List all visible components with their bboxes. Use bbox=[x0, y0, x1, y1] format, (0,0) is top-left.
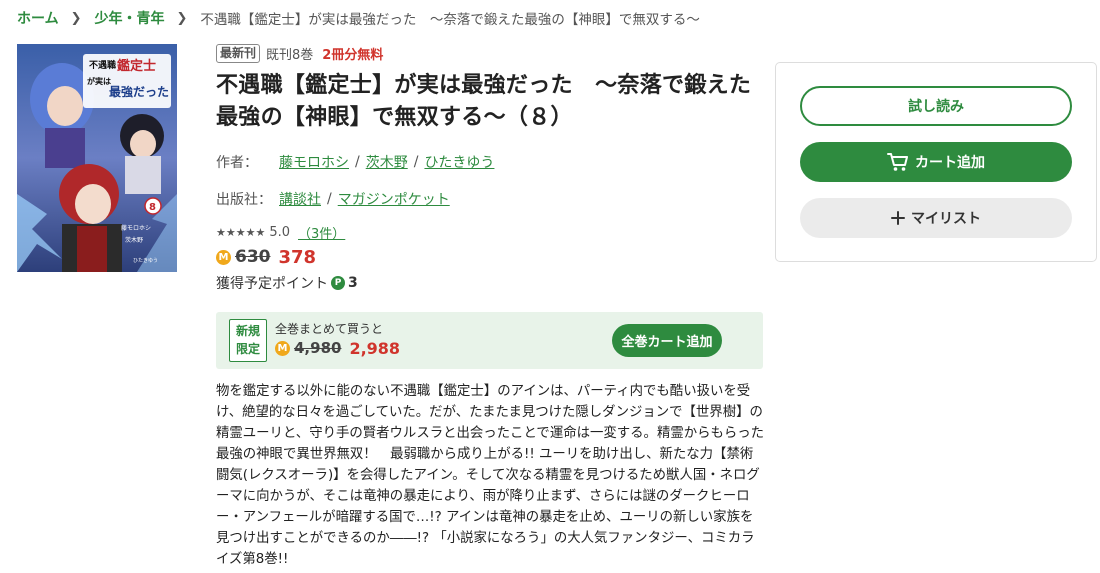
book-cover-image[interactable]: 不遇職 鑑定士 が実は 最強だった 8 藤モロホシ 茨木野 ひたきゆう bbox=[17, 44, 177, 272]
points-value: 3 bbox=[348, 275, 358, 291]
bundle-original-price: 4,980 bbox=[294, 339, 342, 357]
points-row: 獲得予定ポイント P 3 bbox=[216, 273, 764, 293]
cover-volume-number: 8 bbox=[149, 202, 156, 213]
sale-price: 378 bbox=[278, 246, 317, 268]
mylist-label: マイリスト bbox=[911, 211, 981, 227]
breadcrumb: ホーム ❯ 少年・青年 ❯ 不遇職【鑑定士】が実は最強だった ～奈落で鍛えた最強… bbox=[17, 8, 700, 29]
author-link[interactable]: 藤モロホシ bbox=[279, 152, 349, 172]
breadcrumb-home-link[interactable]: ホーム bbox=[17, 8, 59, 28]
authors-label: 作者： bbox=[216, 155, 258, 171]
rating-score: 5.0 bbox=[269, 224, 290, 240]
cover-artwork: 不遇職 鑑定士 が実は 最強だった 8 藤モロホシ 茨木野 ひたきゆう bbox=[17, 44, 177, 272]
product-badges: 最新刊 既刊8巻 2冊分無料 bbox=[216, 43, 764, 63]
bundle-description: 全巻まとめて買うと bbox=[275, 322, 384, 336]
price-row: M 630 378 bbox=[216, 245, 764, 269]
free-volumes-badge: 2冊分無料 bbox=[322, 47, 384, 63]
bundle-price-row: M 4,980 2,988 bbox=[275, 338, 400, 358]
rating-row: ★★★★★ 5.0 （3件） bbox=[216, 223, 764, 242]
chevron-right-icon: ❯ bbox=[176, 10, 188, 26]
trial-read-label: 試し読み bbox=[908, 99, 964, 115]
separator: / bbox=[355, 154, 360, 170]
cover-title-text: が実は bbox=[87, 76, 111, 86]
purchase-panel: 試し読み カート追加 マイリスト bbox=[775, 62, 1097, 262]
publisher-link[interactable]: 講談社 bbox=[279, 189, 321, 209]
trial-read-button[interactable]: 試し読み bbox=[800, 86, 1072, 126]
author-link[interactable]: 茨木野 bbox=[366, 152, 408, 172]
product-title: 不遇職【鑑定士】が実は最強だった ～奈落で鍛えた最強の【神眼】で無双する～（８） bbox=[216, 73, 752, 130]
product-description: 物を鑑定する以外に能のない不遇職【鑑定士】のアインは、パーティ内でも酷い扱いを受… bbox=[216, 384, 765, 567]
add-to-cart-button[interactable]: カート追加 bbox=[800, 142, 1072, 182]
chevron-right-icon: ❯ bbox=[70, 10, 82, 26]
star-rating-icon: ★★★★★ bbox=[216, 225, 266, 239]
cart-icon bbox=[887, 152, 909, 172]
cover-credit: 茨木野 bbox=[125, 236, 143, 244]
bundle-offer: 新規 限定 全巻まとめて買うと M 4,980 2,988 全巻カート追加 bbox=[216, 312, 763, 369]
publisher-label: 出版社： bbox=[216, 192, 272, 208]
cover-credit: ひたきゆう bbox=[133, 257, 158, 264]
add-all-volumes-to-cart-button[interactable]: 全巻カート追加 bbox=[612, 324, 722, 357]
cover-title-text: 鑑定士 bbox=[117, 58, 156, 74]
points-icon: P bbox=[331, 276, 345, 290]
newest-badge: 最新刊 bbox=[216, 43, 261, 63]
product-info: 最新刊 既刊8巻 2冊分無料 不遇職【鑑定士】が実は最強だった ～奈落で鍛えた最… bbox=[216, 43, 764, 293]
publisher-row: 出版社： 講談社 / マガジンポケット bbox=[216, 189, 764, 209]
cover-credit: 藤モロホシ bbox=[121, 224, 151, 232]
cover-title-text: 最強だった bbox=[109, 84, 169, 99]
breadcrumb-current: 不遇職【鑑定士】が実は最強だった ～奈落で鍛えた最強の【神眼】で無双する～ bbox=[200, 12, 700, 28]
coin-icon: M bbox=[216, 249, 231, 265]
label-link[interactable]: マガジンポケット bbox=[338, 189, 450, 209]
plus-icon bbox=[891, 211, 905, 225]
author-link[interactable]: ひたきゆう bbox=[424, 152, 494, 172]
badge-line: 限定 bbox=[235, 342, 260, 356]
add-to-mylist-button[interactable]: マイリスト bbox=[800, 198, 1072, 238]
separator: / bbox=[327, 191, 332, 207]
breadcrumb-category-link[interactable]: 少年・青年 bbox=[95, 8, 165, 28]
bundle-sale-price: 2,988 bbox=[349, 338, 401, 358]
authors-row: 作者： 藤モロホシ / 茨木野 / ひたきゆう bbox=[216, 152, 764, 172]
volume-count: 既刊8巻 bbox=[266, 47, 314, 63]
coin-icon: M bbox=[275, 340, 290, 356]
badge-line: 新規 bbox=[235, 324, 260, 338]
separator: / bbox=[413, 154, 419, 170]
original-price: 630 bbox=[235, 247, 271, 267]
add-to-cart-label: カート追加 bbox=[915, 155, 985, 171]
new-user-limited-badge: 新規 限定 bbox=[229, 319, 267, 362]
points-label: 獲得予定ポイント bbox=[216, 276, 328, 292]
review-count-link[interactable]: （3件） bbox=[298, 223, 345, 242]
cover-title-text: 不遇職 bbox=[89, 59, 116, 71]
